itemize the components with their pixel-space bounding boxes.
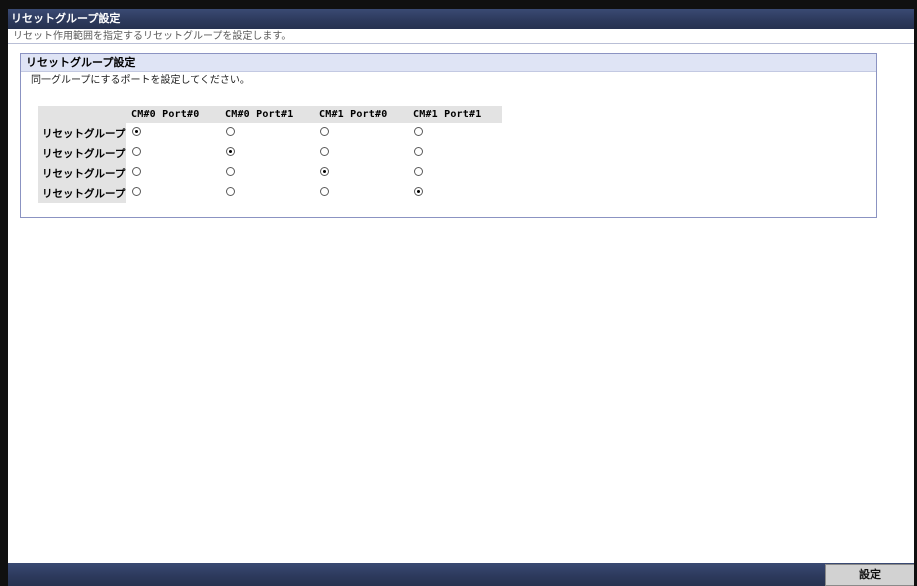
radio-button[interactable] bbox=[414, 167, 423, 176]
radio-button[interactable] bbox=[320, 167, 329, 176]
reset-group-panel: リセットグループ設定 同一グループにするポートを設定してください。 CM#0 P… bbox=[20, 53, 877, 218]
radio-button[interactable] bbox=[132, 127, 141, 136]
radio-button[interactable] bbox=[132, 147, 141, 156]
table-header-row: CM#0 Port#0 CM#0 Port#1 CM#1 Port#0 CM#1… bbox=[38, 106, 502, 123]
radio-button[interactable] bbox=[320, 147, 329, 156]
table-row: リセットグループ bbox=[38, 143, 502, 163]
radio-button[interactable] bbox=[226, 187, 235, 196]
radio-button[interactable] bbox=[414, 127, 423, 136]
radio-button[interactable] bbox=[320, 187, 329, 196]
table-row: リセットグループ bbox=[38, 183, 502, 203]
column-header-cm0-port1: CM#0 Port#1 bbox=[220, 106, 314, 123]
column-header-cm1-port1: CM#1 Port#1 bbox=[408, 106, 502, 123]
row-label: リセットグループ bbox=[38, 163, 126, 183]
radio-button[interactable] bbox=[414, 147, 423, 156]
panel-description: 同一グループにするポートを設定してください。 bbox=[31, 75, 250, 86]
window-title: リセットグループ設定 bbox=[8, 9, 914, 29]
column-header-cm0-port0: CM#0 Port#0 bbox=[126, 106, 220, 123]
table-row: リセットグループ bbox=[38, 163, 502, 183]
table-body: リセットグループ リセットグループ リセットグループ リセットグループ bbox=[38, 123, 502, 203]
radio-button[interactable] bbox=[226, 127, 235, 136]
radio-button[interactable] bbox=[226, 167, 235, 176]
row-label: リセットグループ bbox=[38, 183, 126, 203]
window-subtitle: リセット作用範囲を指定するリセットグループを設定します。 bbox=[8, 29, 914, 44]
table-row: リセットグループ bbox=[38, 123, 502, 143]
table-corner-cell bbox=[38, 106, 126, 123]
radio-button[interactable] bbox=[132, 167, 141, 176]
row-label: リセットグループ bbox=[38, 123, 126, 143]
set-button[interactable]: 設定 bbox=[825, 564, 914, 586]
column-header-cm1-port0: CM#1 Port#0 bbox=[314, 106, 408, 123]
row-label: リセットグループ bbox=[38, 143, 126, 163]
panel-header: リセットグループ設定 bbox=[21, 54, 876, 72]
radio-button[interactable] bbox=[414, 187, 423, 196]
bottom-toolbar: 設定 bbox=[8, 563, 914, 586]
radio-button[interactable] bbox=[320, 127, 329, 136]
radio-button[interactable] bbox=[226, 147, 235, 156]
radio-button[interactable] bbox=[132, 187, 141, 196]
reset-group-table: CM#0 Port#0 CM#0 Port#1 CM#1 Port#0 CM#1… bbox=[38, 106, 502, 203]
